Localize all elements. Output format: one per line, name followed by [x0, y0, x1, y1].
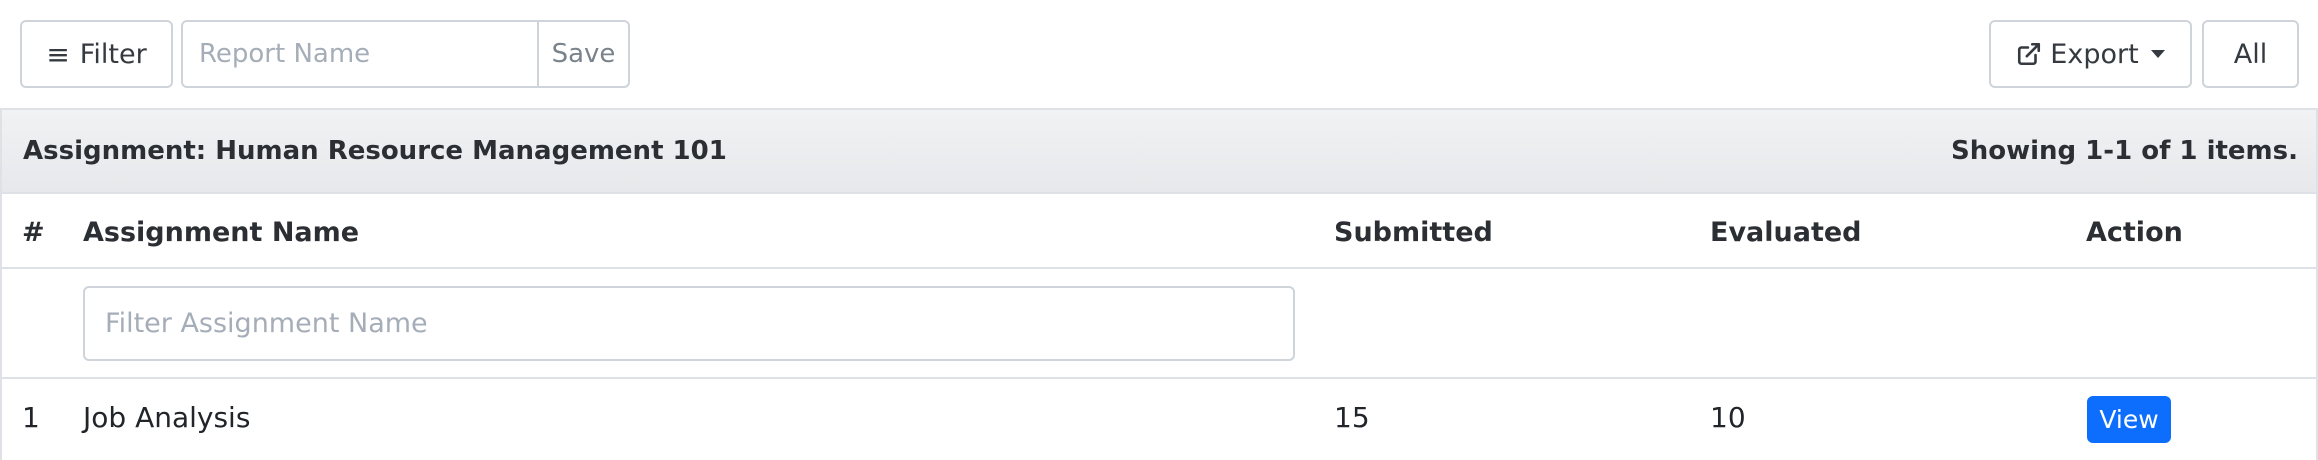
- panel-header: Assignment: Human Resource Management 10…: [2, 108, 2316, 194]
- export-button[interactable]: Export: [1989, 20, 2192, 88]
- filter-label: Filter: [79, 38, 147, 70]
- filter-button[interactable]: ≡ Filter: [20, 20, 173, 88]
- column-header-submitted[interactable]: Submitted: [1334, 217, 1493, 248]
- view-button[interactable]: View: [2087, 396, 2171, 443]
- assignment-panel: Assignment: Human Resource Management 10…: [0, 108, 2318, 460]
- report-name-group: Save: [181, 20, 630, 88]
- assignment-name-cell: Job Analysis: [83, 401, 251, 434]
- caret-down-icon: [2150, 50, 2165, 58]
- save-button[interactable]: Save: [537, 22, 628, 86]
- report-name-input[interactable]: [183, 22, 537, 86]
- panel-title: Assignment: Human Resource Management 10…: [23, 136, 727, 166]
- filter-icon: ≡: [46, 37, 70, 71]
- divider: [0, 377, 2318, 379]
- evaluated-count-cell: 10: [1710, 401, 1746, 434]
- column-header-number: #: [22, 217, 45, 248]
- assignment-name-filter-input[interactable]: [83, 286, 1295, 361]
- export-label: Export: [2050, 38, 2139, 70]
- column-header-assignment-name[interactable]: Assignment Name: [83, 217, 359, 248]
- results-summary: Showing 1-1 of 1 items.: [1950, 136, 2298, 166]
- row-number: 1: [22, 401, 40, 434]
- column-header-action: Action: [2086, 217, 2183, 248]
- external-link-icon: [2018, 42, 2041, 66]
- column-header-evaluated[interactable]: Evaluated: [1710, 217, 1862, 248]
- toolbar: ≡ Filter Save Export All: [0, 0, 2318, 108]
- submitted-count-cell: 15: [1334, 401, 1370, 434]
- divider: [0, 267, 2318, 269]
- all-button[interactable]: All: [2202, 20, 2299, 88]
